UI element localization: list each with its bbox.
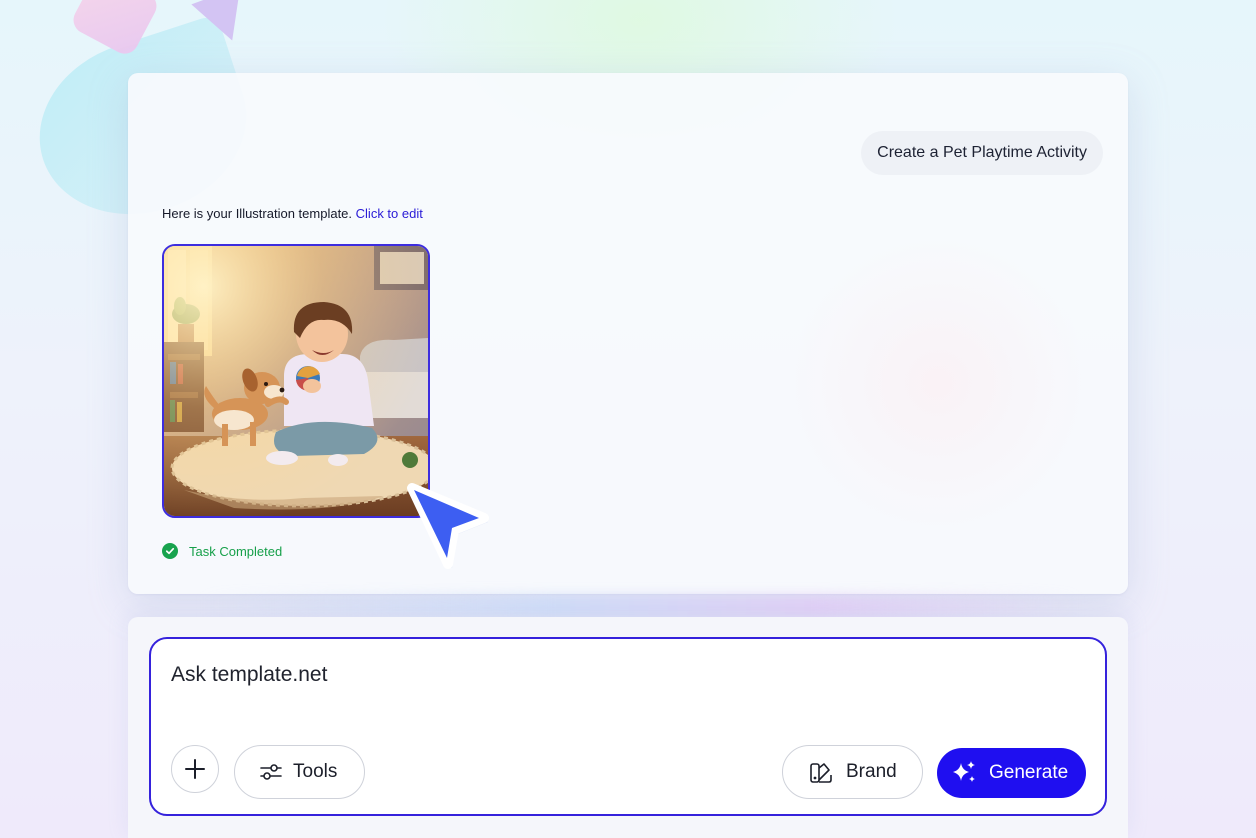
- brand-label: Brand: [846, 761, 897, 782]
- brand-button[interactable]: Brand: [782, 745, 923, 799]
- illustration-image: [164, 246, 428, 516]
- reply-text: Here is your Illustration template.: [162, 206, 353, 221]
- check-circle-icon: [162, 543, 178, 559]
- cursor-pointer-icon: [407, 483, 489, 569]
- composer-panel: Ask template.net Tools Brand Generate: [128, 617, 1128, 838]
- generate-button[interactable]: Generate: [937, 748, 1086, 798]
- sliders-icon: [260, 764, 282, 780]
- add-button[interactable]: [171, 745, 219, 793]
- chat-panel: Create a Pet Playtime Activity Here is y…: [128, 73, 1128, 594]
- assistant-reply: Here is your Illustration template. Clic…: [162, 206, 423, 221]
- plus-icon: [185, 759, 205, 779]
- click-to-edit-link[interactable]: Click to edit: [356, 206, 423, 221]
- divider-glow: [200, 596, 1080, 618]
- illustration-template-preview[interactable]: [162, 244, 430, 518]
- prompt-input[interactable]: Ask template.net: [171, 663, 327, 687]
- generate-label: Generate: [989, 762, 1069, 783]
- brand-palette-icon: [810, 763, 832, 783]
- sparkles-icon: [953, 761, 975, 782]
- prompt-composer[interactable]: Ask template.net Tools Brand Generate: [149, 637, 1107, 816]
- tools-label: Tools: [293, 761, 338, 782]
- task-status: Task Completed: [162, 543, 282, 559]
- user-message-bubble: Create a Pet Playtime Activity: [861, 131, 1103, 175]
- tools-button[interactable]: Tools: [234, 745, 365, 799]
- user-message-text: Create a Pet Playtime Activity: [877, 144, 1087, 161]
- task-status-text: Task Completed: [189, 543, 283, 559]
